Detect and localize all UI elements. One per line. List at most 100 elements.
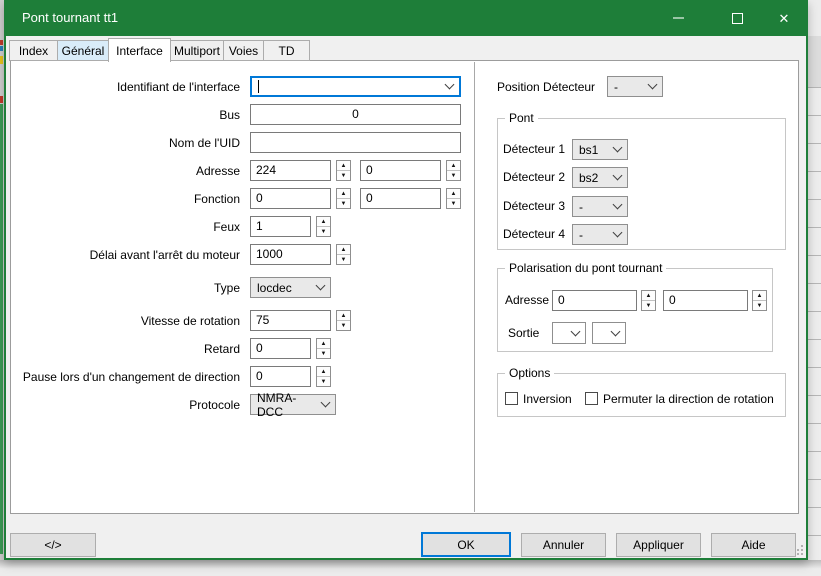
spin-up-icon[interactable]: ▲ [337, 245, 350, 255]
chevron-down-icon [316, 281, 326, 291]
spin-down-icon[interactable]: ▼ [317, 377, 330, 386]
sortie-dropdown-2[interactable] [592, 322, 626, 344]
address-spinner-1[interactable]: ▲▼ [336, 160, 351, 181]
protocol-dropdown[interactable]: NMRA-DCC [250, 394, 336, 415]
tab-label: Interface [116, 44, 163, 58]
spin-down-icon[interactable]: ▼ [337, 321, 350, 330]
detector-3-value: - [579, 200, 583, 214]
detector-2-label: Détecteur 2 [503, 170, 565, 185]
tab-td[interactable]: TD [263, 40, 310, 61]
function-input-1[interactable]: 0 [250, 188, 331, 209]
rotation-speed-spinner[interactable]: ▲▼ [336, 310, 351, 331]
motor-stop-delay-input[interactable]: 1000 [250, 244, 331, 265]
lights-label: Feux [15, 220, 240, 235]
spin-down-icon[interactable]: ▼ [337, 255, 350, 264]
lights-input[interactable]: 1 [250, 216, 311, 237]
spin-up-icon[interactable]: ▲ [447, 189, 460, 199]
detector-4-label: Détecteur 4 [503, 227, 565, 242]
spin-up-icon[interactable]: ▲ [317, 217, 330, 227]
maximize-button[interactable] [720, 0, 754, 36]
type-label: Type [15, 281, 240, 296]
detector-3-dropdown[interactable]: - [572, 196, 628, 217]
chevron-down-icon[interactable] [445, 80, 455, 90]
address-input-1[interactable]: 224 [250, 160, 331, 181]
function-input-2[interactable]: 0 [360, 188, 441, 209]
code-button[interactable]: </> [10, 533, 96, 557]
minimize-button[interactable] [661, 0, 695, 36]
tab-general[interactable]: Général [57, 40, 109, 61]
spin-up-icon[interactable]: ▲ [337, 189, 350, 199]
spin-up-icon[interactable]: ▲ [447, 161, 460, 171]
type-dropdown[interactable]: locdec [250, 277, 331, 298]
chevron-down-icon [613, 171, 623, 181]
polarisation-address-input-1[interactable]: 0 [552, 290, 637, 311]
protocol-label: Protocole [15, 398, 240, 413]
spin-down-icon[interactable]: ▼ [317, 349, 330, 358]
detector-2-value: bs2 [579, 171, 598, 185]
tab-voies[interactable]: Voies [223, 40, 264, 61]
spin-up-icon[interactable]: ▲ [317, 367, 330, 377]
spin-up-icon[interactable]: ▲ [642, 291, 655, 301]
pont-group-title: Pont [505, 111, 538, 126]
vertical-separator [474, 62, 475, 512]
spin-down-icon[interactable]: ▼ [753, 301, 766, 310]
detector-4-dropdown[interactable]: - [572, 224, 628, 245]
polarisation-address-spinner-1[interactable]: ▲▼ [641, 290, 656, 311]
tab-label: Voies [229, 44, 258, 58]
close-button[interactable]: ✕ [767, 0, 801, 36]
function-spinner-1[interactable]: ▲▼ [336, 188, 351, 209]
spin-down-icon[interactable]: ▼ [317, 227, 330, 236]
position-detector-dropdown[interactable]: - [607, 76, 663, 97]
retard-label: Retard [15, 342, 240, 357]
spin-up-icon[interactable]: ▲ [317, 339, 330, 349]
spin-down-icon[interactable]: ▼ [642, 301, 655, 310]
ok-button[interactable]: OK [421, 532, 511, 557]
chevron-down-icon [611, 326, 621, 336]
pause-spinner[interactable]: ▲▼ [316, 366, 331, 387]
address-spinner-2[interactable]: ▲▼ [446, 160, 461, 181]
permute-checkbox[interactable] [585, 392, 598, 405]
pause-label: Pause lors d'un changement de direction [15, 370, 240, 385]
detector-1-dropdown[interactable]: bs1 [572, 139, 628, 160]
spin-down-icon[interactable]: ▼ [337, 199, 350, 208]
sortie-dropdown-1[interactable] [552, 322, 586, 344]
interface-id-combobox[interactable] [250, 76, 461, 97]
uid-name-input[interactable] [250, 132, 461, 153]
retard-spinner[interactable]: ▲▼ [316, 338, 331, 359]
tab-index[interactable]: Index [9, 40, 58, 61]
help-button[interactable]: Aide [711, 533, 796, 557]
lights-spinner[interactable]: ▲▼ [316, 216, 331, 237]
detector-3-label: Détecteur 3 [503, 199, 565, 214]
spin-down-icon[interactable]: ▼ [447, 199, 460, 208]
motor-stop-delay-label: Délai avant l'arrêt du moteur [15, 248, 240, 263]
tab-multiport[interactable]: Multiport [170, 40, 224, 61]
window-title: Pont tournant tt1 [22, 10, 118, 25]
spin-up-icon[interactable]: ▲ [337, 311, 350, 321]
retard-input[interactable]: 0 [250, 338, 311, 359]
spin-down-icon[interactable]: ▼ [447, 171, 460, 180]
background-fragment [0, 96, 3, 103]
spin-up-icon[interactable]: ▲ [337, 161, 350, 171]
polarisation-address-input-2[interactable]: 0 [663, 290, 748, 311]
background-fragment [0, 104, 3, 554]
uid-name-label: Nom de l'UID [15, 136, 240, 151]
pause-input[interactable]: 0 [250, 366, 311, 387]
detector-1-value: bs1 [579, 143, 598, 157]
inversion-checkbox[interactable] [505, 392, 518, 405]
polarisation-address-spinner-2[interactable]: ▲▼ [752, 290, 767, 311]
polarisation-address-label: Adresse [505, 293, 549, 308]
cancel-button[interactable]: Annuler [521, 533, 606, 557]
background-app-bottom-strip [0, 560, 821, 576]
motor-stop-delay-spinner[interactable]: ▲▼ [336, 244, 351, 265]
spin-down-icon[interactable]: ▼ [337, 171, 350, 180]
apply-button[interactable]: Appliquer [616, 533, 701, 557]
bus-input[interactable]: 0 [250, 104, 461, 125]
rotation-speed-input[interactable]: 75 [250, 310, 331, 331]
options-group-title: Options [505, 366, 554, 381]
tab-interface[interactable]: Interface [108, 38, 171, 62]
function-spinner-2[interactable]: ▲▼ [446, 188, 461, 209]
spin-up-icon[interactable]: ▲ [753, 291, 766, 301]
background-fragment [0, 46, 3, 51]
address-input-2[interactable]: 0 [360, 160, 441, 181]
detector-2-dropdown[interactable]: bs2 [572, 167, 628, 188]
